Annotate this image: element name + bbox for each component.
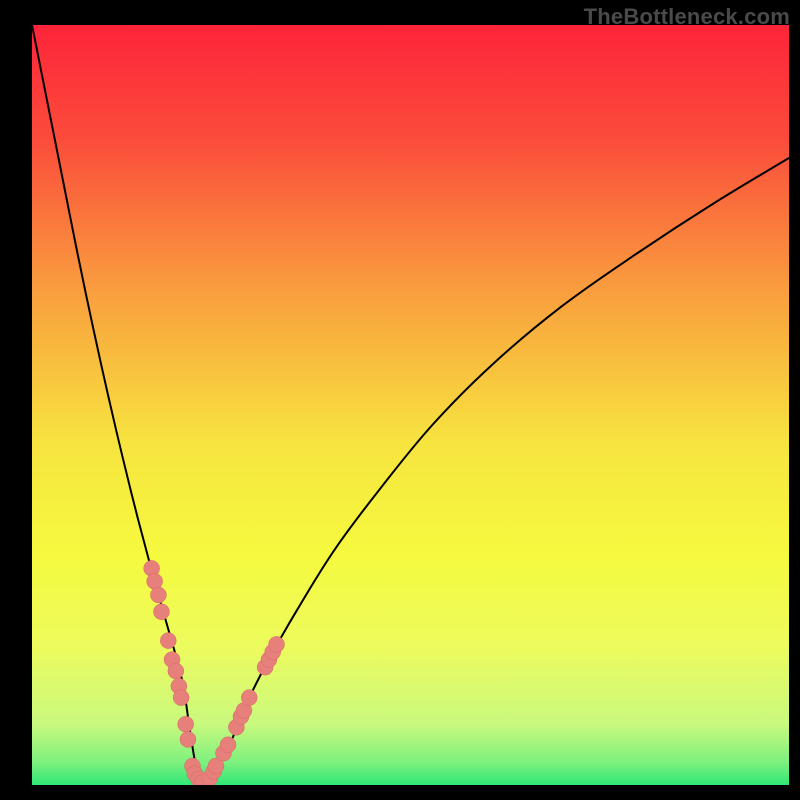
data-marker: [147, 573, 163, 589]
data-marker: [178, 716, 194, 732]
bottleneck-curve: [32, 25, 789, 783]
data-marker: [220, 737, 236, 753]
data-marker: [153, 604, 169, 620]
chart-svg: [32, 25, 789, 785]
data-marker: [173, 690, 189, 706]
data-marker: [269, 636, 285, 652]
plot-area: [32, 25, 789, 785]
data-marker: [180, 731, 196, 747]
chart-frame: TheBottleneck.com: [0, 0, 800, 800]
data-marker: [160, 633, 176, 649]
data-marker: [168, 663, 184, 679]
watermark-text: TheBottleneck.com: [584, 4, 790, 30]
data-marker: [241, 690, 257, 706]
data-marker: [150, 587, 166, 603]
